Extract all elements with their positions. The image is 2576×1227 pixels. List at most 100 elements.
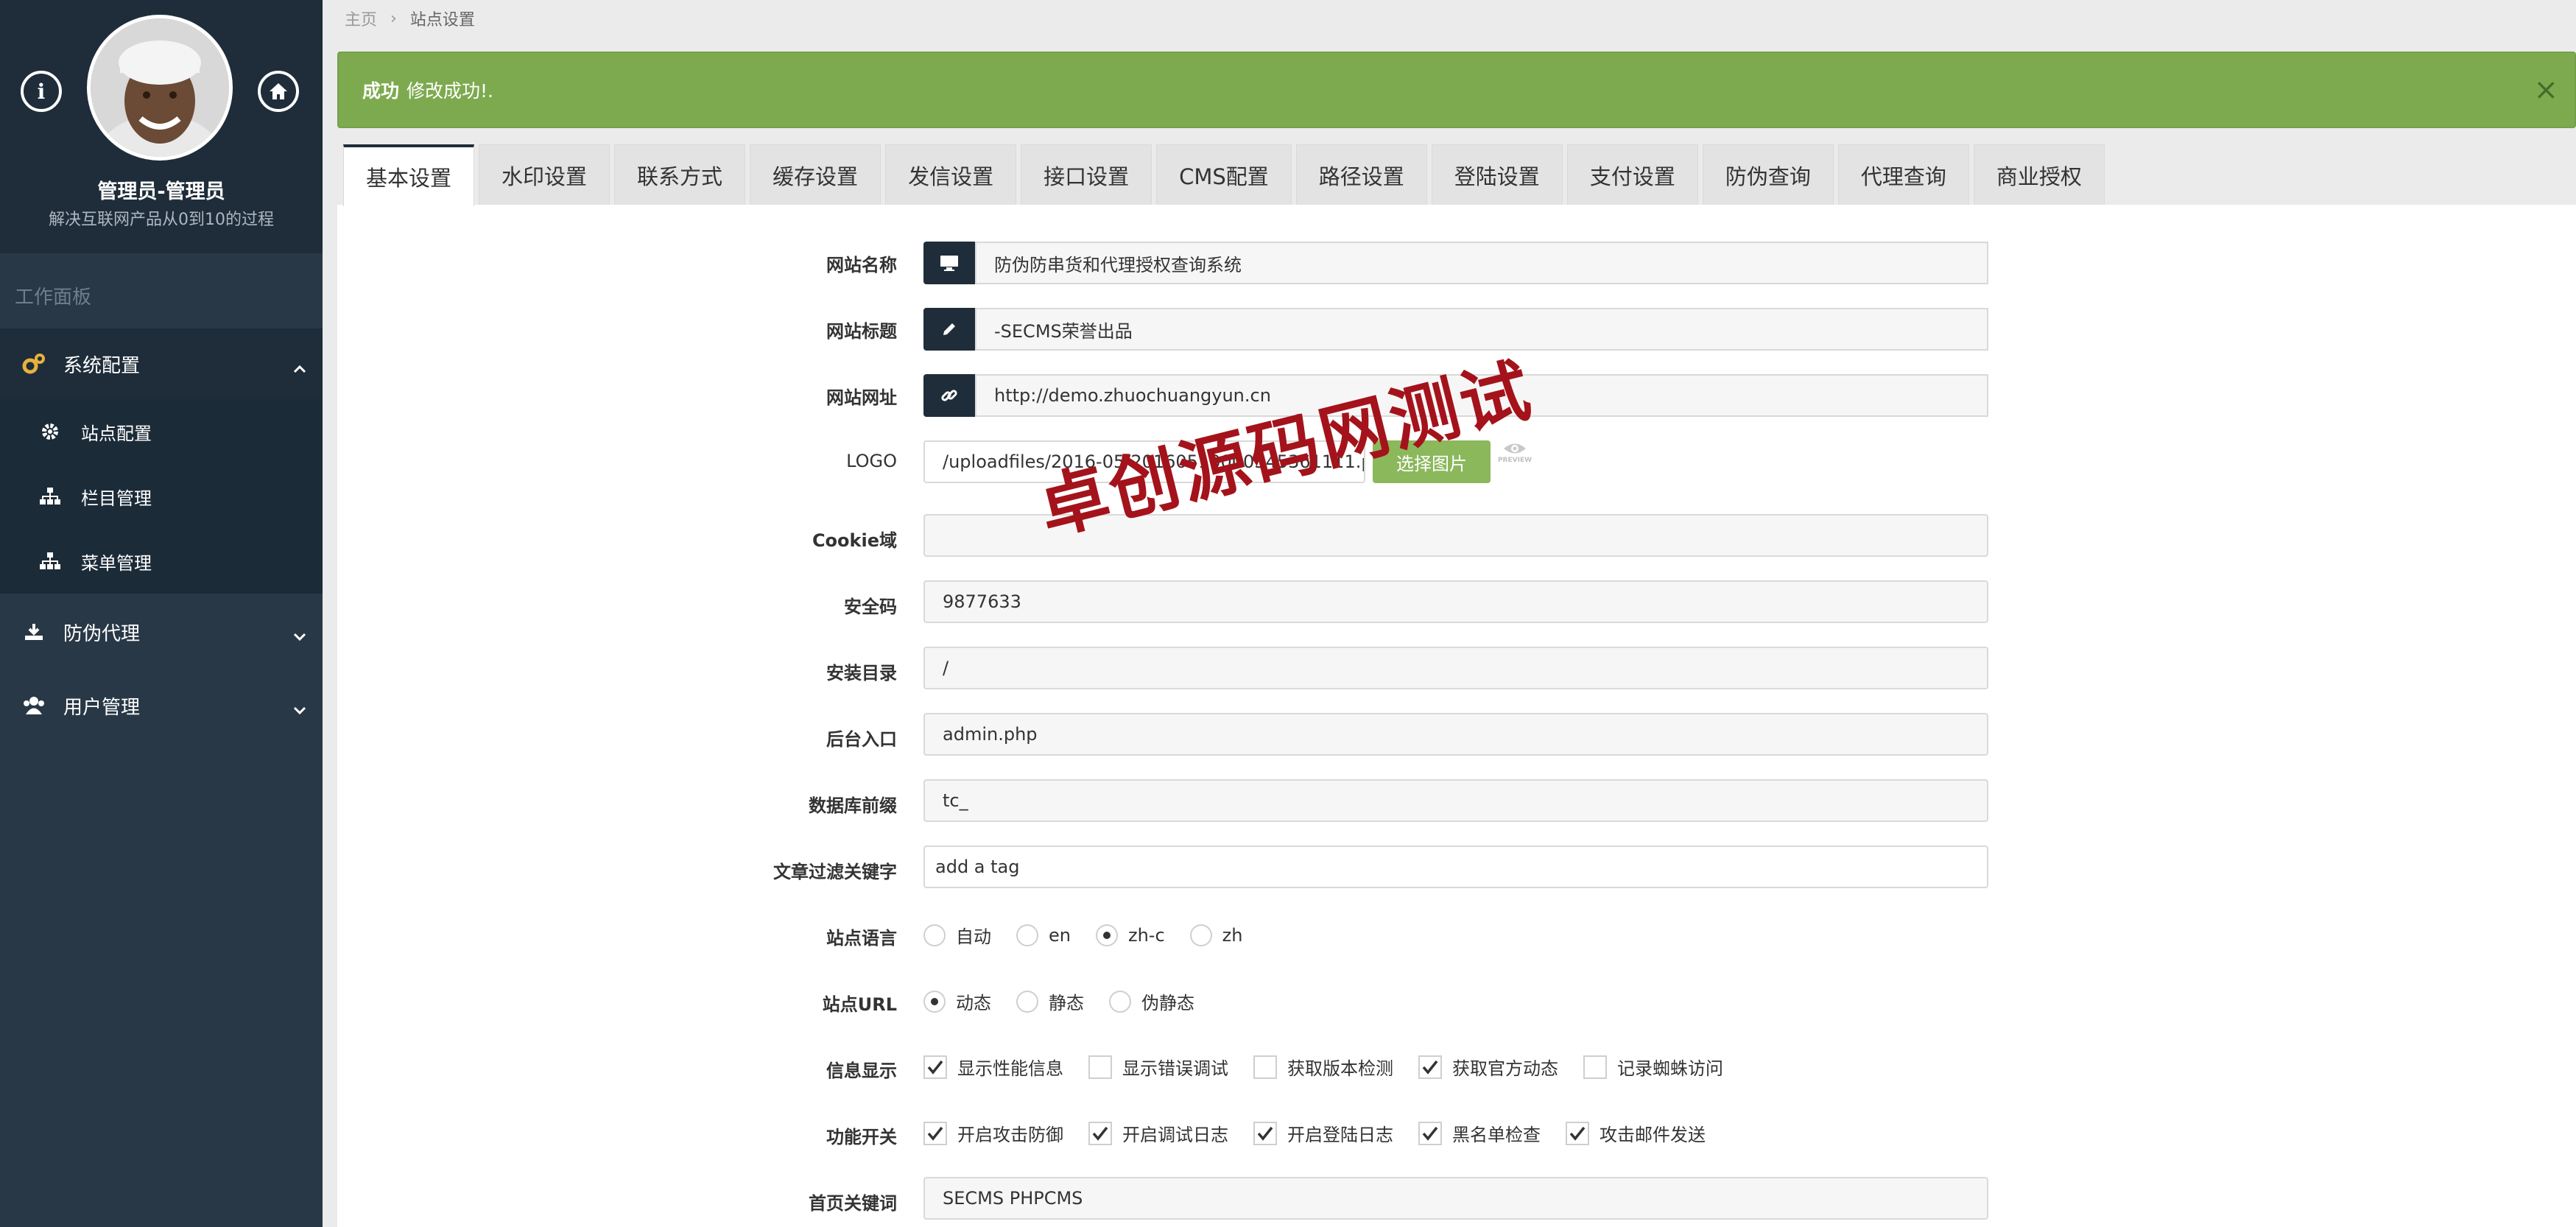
settings-tabs: 基本设置 水印设置 联系方式 缓存设置 发信设置 接口设置 CMS配置 路径设置…	[343, 144, 2109, 206]
admin-entry-label: 后台入口	[826, 729, 897, 750]
site-title-group: -SECMS荣誉出品	[923, 308, 1988, 351]
option-label: 自动	[956, 927, 991, 947]
option-label: zh-c	[1127, 924, 1165, 946]
tab-contact[interactable]: 联系方式	[614, 144, 746, 205]
db-prefix-input[interactable]: tc_	[923, 779, 1988, 822]
tab-basic[interactable]: 基本设置	[343, 144, 475, 206]
site-name-input[interactable]: 防伪防串货和代理授权查询系统	[975, 242, 1988, 284]
sidebar-item-label: 栏目管理	[81, 488, 152, 509]
nav-section-anti-fake-agent[interactable]: 防伪代理	[0, 597, 323, 667]
tab-login[interactable]: 登陆设置	[1431, 144, 1563, 205]
tab-agent-query[interactable]: 代理查询	[1837, 144, 1969, 205]
filter-keywords-tag-input[interactable]: add a tag	[923, 845, 1988, 888]
feature-switch-label: 功能开关	[826, 1127, 897, 1147]
gear-icon	[40, 422, 60, 441]
checkbox-debug-log[interactable]	[1088, 1121, 1112, 1145]
install-dir-group: /	[923, 647, 1988, 689]
sitemap-icon	[40, 488, 60, 505]
tab-license[interactable]: 商业授权	[1973, 144, 2105, 205]
tab-anti-fake-query[interactable]: 防伪查询	[1702, 144, 1834, 205]
site-url-mode-options: 动态 静态 伪静态	[923, 988, 1220, 1014]
checkbox-version-check[interactable]	[1253, 1055, 1277, 1079]
site-name-label: 网站名称	[826, 255, 897, 275]
info-display-options: 显示性能信息 显示错误调试 获取版本检测 获取官方动态 记录蜘蛛访问	[923, 1054, 1748, 1080]
url-mode-radio-dynamic[interactable]	[923, 990, 946, 1013]
sidebar-item-menu-manage[interactable]: 菜单管理	[0, 529, 323, 594]
install-dir-input[interactable]: /	[923, 647, 1988, 689]
site-title-label: 网站标题	[826, 321, 897, 342]
download-icon	[22, 622, 46, 641]
language-radio-en[interactable]	[1016, 924, 1038, 946]
chevron-right-icon: ›	[390, 9, 397, 28]
language-radio-zh[interactable]	[1189, 924, 1212, 946]
url-mode-radio-static[interactable]	[1016, 990, 1038, 1013]
checkbox-attack-mail[interactable]	[1566, 1121, 1589, 1145]
option-label: 获取官方动态	[1452, 1058, 1558, 1079]
sidebar-item-site-config[interactable]: 站点配置	[0, 399, 323, 464]
checkbox-show-debug[interactable]	[1088, 1055, 1112, 1079]
tab-watermark[interactable]: 水印设置	[479, 144, 610, 205]
profile-panel: i 管理员-管理员 解决互联网产品从0到10的过程	[0, 0, 323, 253]
breadcrumb-current: 站点设置	[409, 11, 475, 29]
preview-eye-icon[interactable]: PREVIEW	[1495, 440, 1535, 477]
admin-entry-input[interactable]: admin.php	[923, 713, 1988, 756]
option-label: 显示性能信息	[957, 1058, 1063, 1079]
home-keywords-input[interactable]: SECMS PHPCMS	[923, 1177, 1988, 1220]
info-display-label: 信息显示	[826, 1061, 897, 1081]
url-mode-radio-pseudo-static[interactable]	[1109, 990, 1131, 1013]
tab-cache[interactable]: 缓存设置	[750, 144, 881, 205]
admin-entry-group: admin.php	[923, 713, 1988, 756]
workbench-label: 工作面板	[15, 286, 92, 309]
home-icon[interactable]	[258, 71, 299, 112]
option-label: 开启攻击防御	[957, 1125, 1063, 1145]
language-radio-auto[interactable]	[923, 924, 946, 946]
preview-label: PREVIEW	[1497, 457, 1532, 464]
cookie-domain-label: Cookie域	[812, 530, 897, 551]
language-radio-zh-c[interactable]	[1095, 924, 1118, 946]
option-label: zh	[1222, 924, 1243, 946]
checkbox-official-news[interactable]	[1418, 1055, 1442, 1079]
security-code-label: 安全码	[844, 597, 897, 617]
breadcrumb-home[interactable]: 主页	[345, 7, 377, 30]
db-prefix-group: tc_	[923, 779, 1988, 822]
breadcrumb: 主页 › 站点设置	[323, 0, 2576, 37]
option-label: 黑名单检查	[1452, 1125, 1541, 1145]
nav-section-user-manage[interactable]: 用户管理	[0, 670, 323, 741]
install-dir-label: 安装目录	[826, 663, 897, 683]
tab-path[interactable]: 路径设置	[1295, 144, 1427, 205]
nav-section-system-config[interactable]: 系统配置	[0, 328, 323, 399]
nav-section-label: 系统配置	[63, 354, 141, 377]
chevron-up-icon	[293, 356, 306, 379]
alert-title: 成功	[362, 80, 400, 102]
profile-name[interactable]: 管理员-管理员	[0, 175, 323, 204]
option-label: 获取版本检测	[1287, 1058, 1393, 1079]
checkbox-show-performance[interactable]	[923, 1055, 947, 1079]
option-label: 攻击邮件发送	[1600, 1125, 1706, 1145]
tab-api[interactable]: 接口设置	[1021, 144, 1152, 205]
info-icon[interactable]: i	[21, 71, 62, 112]
checkbox-spider-log[interactable]	[1583, 1055, 1607, 1079]
avatar[interactable]	[87, 15, 233, 161]
logo-label: LOGO	[846, 451, 897, 471]
close-icon[interactable]: ×	[2533, 75, 2558, 105]
alert-message: 修改成功!.	[407, 80, 493, 102]
checkbox-login-log[interactable]	[1253, 1121, 1277, 1145]
tab-cms[interactable]: CMS配置	[1156, 144, 1292, 205]
filter-keywords-label: 文章过滤关键字	[773, 862, 897, 882]
chevron-down-icon	[293, 698, 306, 720]
option-label: 开启登陆日志	[1287, 1125, 1393, 1145]
site-url-label: 网站网址	[826, 387, 897, 408]
security-code-input[interactable]: 9877633	[923, 580, 1988, 623]
option-label: 静态	[1049, 993, 1084, 1013]
option-label: 动态	[956, 993, 991, 1013]
tab-mail[interactable]: 发信设置	[885, 144, 1017, 205]
gears-icon	[22, 353, 46, 375]
tab-payment[interactable]: 支付设置	[1566, 144, 1698, 205]
checkbox-attack-defense[interactable]	[923, 1121, 947, 1145]
site-url-mode-label: 站点URL	[822, 994, 897, 1015]
option-label: 开启调试日志	[1122, 1125, 1228, 1145]
checkbox-blacklist[interactable]	[1418, 1121, 1442, 1145]
chevron-down-icon	[293, 625, 306, 647]
sidebar-item-label: 站点配置	[81, 423, 152, 444]
sidebar-item-column-manage[interactable]: 栏目管理	[0, 464, 323, 529]
